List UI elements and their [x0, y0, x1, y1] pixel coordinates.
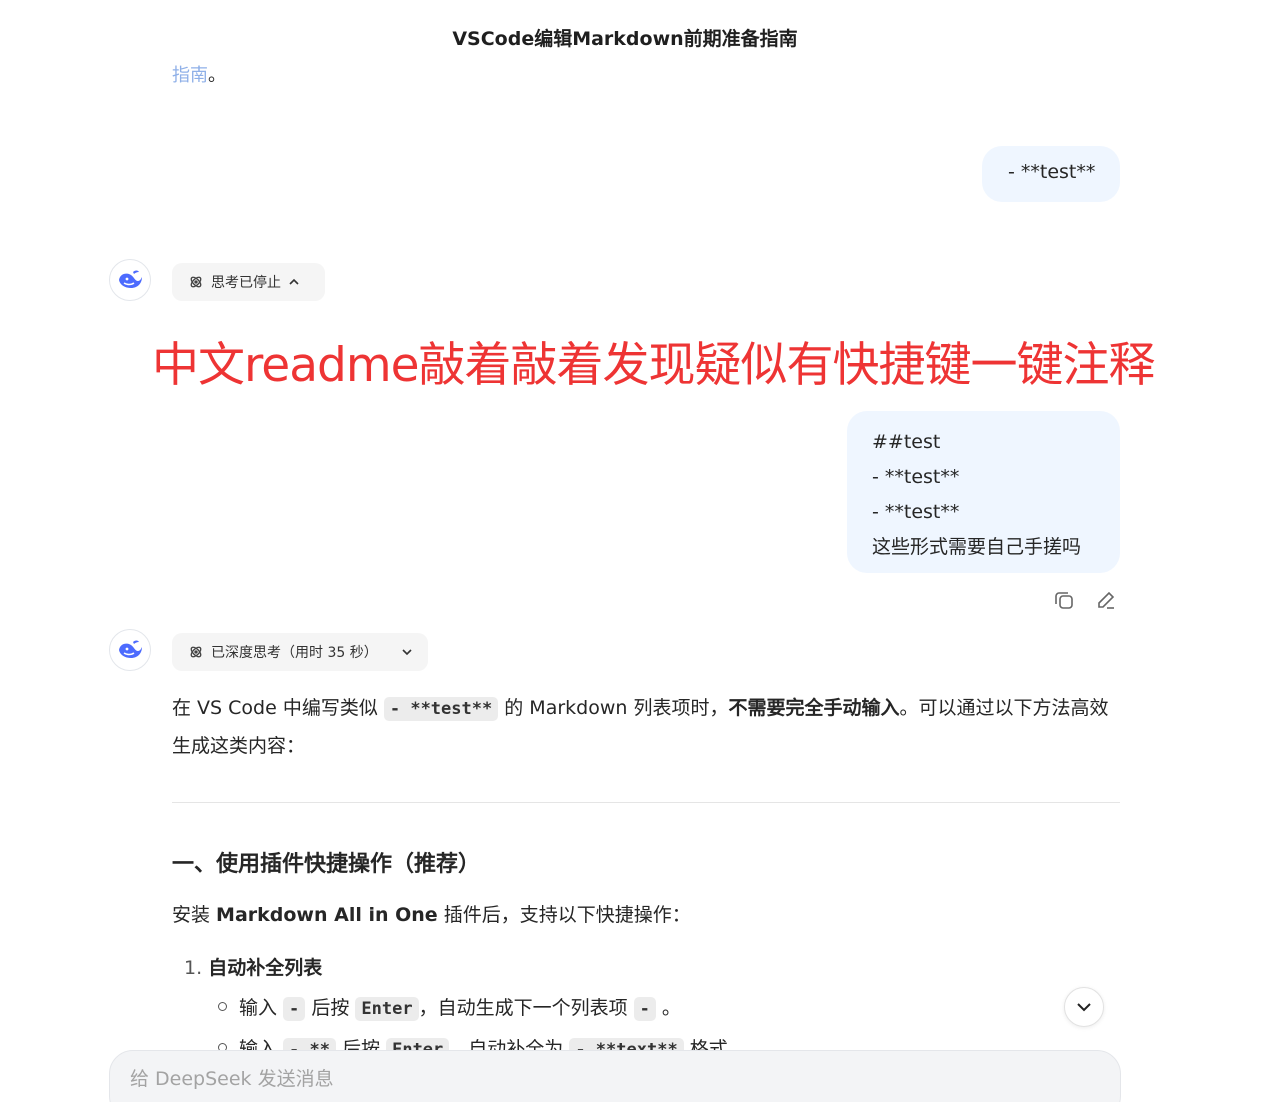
user-message-bubble: ##test - **test** - **test** 这些形式需要自己手搓吗 — [847, 411, 1120, 573]
user-message-line: - **test** — [872, 466, 960, 488]
text-run: 安装 — [172, 904, 217, 926]
answer-paragraph: 在 VS Code 中编写类似 - **test** 的 Markdown 列表… — [172, 690, 1122, 765]
thinking-icon — [188, 274, 204, 290]
scroll-to-bottom-button[interactable] — [1064, 987, 1104, 1027]
deepseek-avatar — [109, 259, 151, 301]
chevron-down-icon — [400, 645, 414, 659]
edit-button[interactable] — [1093, 587, 1119, 613]
text-run: 后按 — [305, 997, 356, 1019]
ordered-list-item: 1. 自动补全列表 — [184, 953, 322, 980]
text-run: 。 — [655, 997, 681, 1019]
edit-icon — [1098, 591, 1115, 609]
user-message-text: - **test** — [1008, 161, 1096, 183]
thinking-icon — [188, 644, 204, 660]
inline-code: - — [283, 997, 306, 1021]
deepseek-avatar — [109, 629, 151, 671]
text-run: 的 Markdown 列表项时， — [498, 697, 729, 719]
chat-page: VSCode编辑Markdown前期准备指南 指南。 - **test** 思考… — [0, 0, 1278, 1102]
user-message-bubble: - **test** — [982, 146, 1120, 202]
deepseek-avatar-icon — [119, 640, 142, 658]
scroll-down-icon — [1077, 1003, 1091, 1012]
thinking-label: 已深度思考（用时 35 秒） — [211, 645, 378, 661]
user-message-line: 这些形式需要自己手搓吗 — [872, 536, 1082, 558]
bullet-marker — [218, 1002, 227, 1011]
section-heading: 一、使用插件快捷操作（推荐） — [172, 852, 481, 877]
list-item-title: 自动补全列表 — [208, 957, 323, 979]
reference-link[interactable]: 指南 — [172, 65, 208, 86]
text-run: 在 VS Code 中编写类似 — [172, 697, 384, 719]
text-run: 输入 — [239, 997, 284, 1019]
chevron-up-icon — [287, 275, 301, 289]
inline-code: Enter — [355, 997, 419, 1021]
user-message-line: - **test** — [872, 501, 960, 523]
annotation-overlay-text: 中文readme敲着敲着发现疑似有快捷键一键注释 — [152, 338, 1156, 393]
message-input[interactable] — [128, 1067, 1092, 1091]
list-number: 1. — [184, 957, 203, 979]
link-suffix: 。 — [208, 65, 226, 86]
divider — [172, 802, 1120, 803]
thinking-toggle[interactable]: 已深度思考（用时 35 秒） — [172, 633, 428, 671]
conversation-title: VSCode编辑Markdown前期准备指南 — [452, 28, 798, 50]
bold-text: 不需要完全手动输入 — [728, 697, 900, 719]
inline-code: - **test** — [383, 697, 499, 721]
copy-button[interactable] — [1051, 587, 1077, 613]
previous-answer-tail: 指南。 — [172, 61, 226, 87]
text-run: ，自动生成下一个列表项 — [418, 997, 634, 1019]
thinking-label: 思考已停止 — [211, 275, 281, 291]
deepseek-avatar-icon — [119, 270, 142, 288]
user-message-line: ##test — [872, 431, 941, 453]
text-run: 插件后，支持以下快捷操作： — [437, 904, 691, 926]
copy-icon — [1055, 592, 1073, 609]
thinking-toggle[interactable]: 思考已停止 — [172, 263, 325, 301]
message-composer — [109, 1050, 1121, 1102]
answer-paragraph: 安装 Markdown All in One 插件后，支持以下快捷操作： — [172, 900, 1122, 927]
inline-code: - — [633, 997, 656, 1021]
bullet-item: 输入 - 后按 Enter ，自动生成下一个列表项 - 。 — [218, 993, 681, 1021]
bold-text: Markdown All in One — [216, 904, 438, 926]
